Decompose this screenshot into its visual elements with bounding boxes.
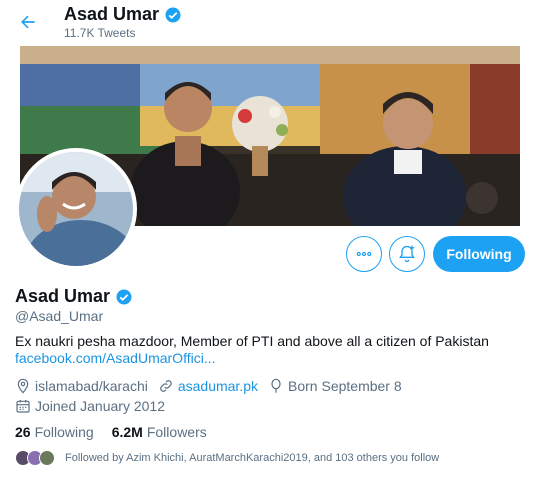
followers-label: Followers — [146, 424, 207, 440]
bell-plus-icon — [399, 245, 415, 263]
tweet-count-label: Tweets — [97, 26, 136, 40]
following-button[interactable]: Following — [433, 236, 525, 272]
location-pin-icon — [17, 378, 29, 394]
following-label: Following — [34, 424, 94, 440]
profile-bio: Ex naukri pesha mazdoor, Member of PTI a… — [15, 333, 489, 349]
verified-badge-icon — [165, 7, 181, 22]
back-button[interactable] — [14, 8, 42, 36]
followed-by-row[interactable]: Followed by Azim Khichi, AuratMarchKarac… — [15, 450, 439, 466]
profile-meta-row: islamabad/karachi asadumar.pk Born Septe… — [15, 378, 412, 394]
profile-header: Asad Umar 11.7K Tweets — [0, 0, 537, 44]
followed-by-avatars — [15, 450, 55, 466]
profile-joined-row: Joined January 2012 — [15, 398, 175, 414]
calendar-icon — [16, 400, 30, 413]
profile-avatar[interactable] — [15, 148, 137, 270]
location-item: islamabad/karachi — [15, 378, 148, 394]
website-item: asadumar.pk — [158, 378, 258, 394]
avatar-image — [19, 152, 133, 266]
profile-name: Asad Umar — [15, 286, 133, 307]
header-title: Asad Umar — [64, 4, 182, 25]
tweet-count-value: 11.7K — [64, 26, 95, 40]
location-text: islamabad/karachi — [35, 378, 148, 394]
birthday-item: Born September 8 — [268, 378, 402, 394]
link-icon — [160, 380, 172, 392]
joined-item: Joined January 2012 — [15, 398, 165, 414]
following-stat-link[interactable]: 26 Following — [15, 424, 94, 440]
arrow-left-icon — [21, 15, 35, 29]
balloon-icon — [271, 378, 281, 393]
header-name-text: Asad Umar — [64, 4, 160, 24]
more-dots-icon — [356, 251, 372, 257]
follow-stats: 26 Following 6.2M Followers — [15, 424, 225, 440]
followers-stat-link[interactable]: 6.2M Followers — [112, 424, 207, 440]
website-link[interactable]: asadumar.pk — [178, 378, 258, 394]
birthday-text: Born September 8 — [288, 378, 402, 394]
verified-badge-icon — [116, 289, 132, 304]
profile-handle: @Asad_Umar — [15, 308, 104, 324]
followed-by-text: Followed by Azim Khichi, AuratMarchKarac… — [65, 452, 440, 464]
notifications-button[interactable] — [389, 236, 425, 272]
follower-avatar — [39, 450, 55, 466]
bio-link[interactable]: facebook.com/AsadUmarOffici... — [15, 350, 215, 366]
more-options-button[interactable] — [346, 236, 382, 272]
following-count: 26 — [15, 424, 31, 440]
profile-name-text: Asad Umar — [15, 286, 111, 306]
joined-text: Joined January 2012 — [35, 398, 165, 414]
tweet-count: 11.7K Tweets — [64, 26, 135, 40]
followers-count: 6.2M — [111, 424, 143, 440]
